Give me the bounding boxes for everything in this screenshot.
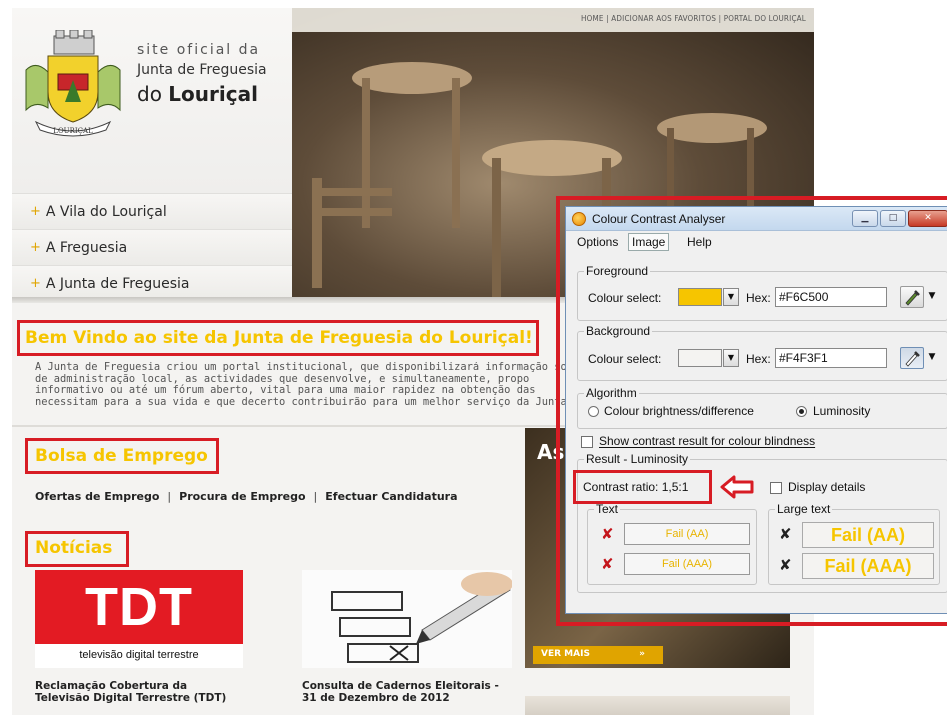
- colour-blindness-label[interactable]: Show contrast result for colour blindnes…: [599, 434, 815, 448]
- plus-icon: +: [30, 276, 41, 291]
- link-procura-emprego[interactable]: Procura de Emprego: [179, 490, 305, 503]
- background-legend: Background: [584, 324, 653, 338]
- news-title-cadernos[interactable]: Consulta de Cadernos Eleitorais - 31 de …: [302, 680, 512, 704]
- background-hex-label: Hex:: [746, 352, 771, 366]
- coat-of-arms-icon: LOURIÇAL: [25, 30, 121, 137]
- secondary-promo-banner[interactable]: [525, 696, 790, 715]
- background-hex-input[interactable]: [775, 348, 887, 368]
- highlight-box-noticias: [25, 531, 129, 567]
- fail-x-icon: ✘: [601, 525, 614, 543]
- fail-x-icon: ✘: [601, 555, 614, 573]
- colour-contrast-analyser-window: Colour Contrast Analyser ▁ □ ✕ Options I…: [565, 206, 947, 614]
- nav-item-junta[interactable]: + A Junta de Freguesia: [12, 265, 292, 301]
- job-links: Ofertas de Emprego | Procura de Emprego | Ef…: [35, 490, 458, 503]
- highlight-box-contrast-ratio: [573, 470, 712, 504]
- display-details-checkbox[interactable]: [770, 482, 782, 494]
- foreground-hex-input[interactable]: [775, 287, 887, 307]
- highlight-box-welcome: [17, 320, 539, 356]
- chevron-down-icon[interactable]: ▼: [925, 347, 939, 369]
- nav-item-freguesia[interactable]: + A Freguesia: [12, 229, 292, 265]
- foreground-legend: Foreground: [584, 264, 651, 278]
- background-colour-swatch[interactable]: [678, 349, 722, 367]
- ver-mais-button[interactable]: VER MAIS »: [533, 646, 663, 664]
- news-title-tdt[interactable]: Reclamação Cobertura da Televisão Digita…: [35, 680, 235, 704]
- ballot-checkbox-illustration: [331, 572, 512, 663]
- display-details-label[interactable]: Display details: [788, 480, 865, 494]
- menu-help[interactable]: Help: [687, 235, 712, 249]
- text-result-aa: Fail (AA): [624, 523, 750, 545]
- large-text-result-aa: Fail (AA): [802, 522, 934, 548]
- radio-luminosity-label[interactable]: Luminosity: [813, 404, 870, 418]
- link-efectuar-candidatura[interactable]: Efectuar Candidatura: [325, 490, 457, 503]
- foreground-colour-swatch[interactable]: [678, 288, 722, 306]
- crest-banner-text: LOURIÇAL: [53, 127, 93, 135]
- ver-mais-label: VER MAIS: [541, 649, 590, 659]
- text-results-legend: Text: [594, 502, 621, 516]
- eyedropper-icon: [905, 290, 920, 306]
- site-name-prefix: do: [137, 82, 169, 106]
- tdt-logo-text: TDT: [85, 577, 193, 637]
- large-text-result-aaa: Fail (AAA): [802, 553, 934, 579]
- window-title: Colour Contrast Analyser: [592, 212, 726, 226]
- site-tagline: site oficial da: [137, 42, 261, 58]
- close-button[interactable]: ✕: [908, 210, 947, 227]
- background-colour-select-label: Colour select:: [588, 352, 662, 366]
- fail-x-icon: ✘: [779, 525, 792, 543]
- left-arrow-icon: [720, 475, 754, 499]
- radio-colour-brightness[interactable]: [588, 406, 599, 417]
- chevron-down-icon[interactable]: ▼: [723, 349, 739, 367]
- highlight-box-bolsa: [25, 438, 219, 474]
- foreground-colour-select-label: Colour select:: [588, 291, 662, 305]
- foreground-hex-label: Hex:: [746, 291, 771, 305]
- text-result-aaa: Fail (AAA): [624, 553, 750, 575]
- result-legend: Result - Luminosity: [584, 452, 691, 466]
- window-titlebar[interactable]: Colour Contrast Analyser ▁ □ ✕: [566, 207, 947, 231]
- tdt-logo-banner: TDT: [35, 570, 243, 644]
- fail-x-icon: ✘: [779, 556, 792, 574]
- double-arrow-icon: »: [639, 649, 645, 659]
- chevron-down-icon[interactable]: ▼: [925, 286, 939, 308]
- top-links[interactable]: HOME | ADICIONAR AOS FAVORITOS | PORTAL …: [581, 14, 806, 23]
- menu-options[interactable]: Options: [577, 235, 618, 249]
- large-text-results-legend: Large text: [775, 502, 833, 516]
- radio-luminosity[interactable]: [796, 406, 807, 417]
- nav-item-label: A Freguesia: [45, 239, 128, 256]
- site-name-emphasis: do Louriçal: [137, 82, 258, 106]
- plus-icon: +: [30, 240, 41, 255]
- colour-blindness-checkbox[interactable]: [581, 436, 593, 448]
- news-image-ballot[interactable]: [302, 570, 512, 668]
- site-header-logo-area: LOURIÇAL site oficial da Junta de Fregue…: [12, 8, 292, 193]
- background-eyedropper-button[interactable]: [900, 347, 924, 369]
- chevron-down-icon[interactable]: ▼: [723, 288, 739, 306]
- link-separator: |: [167, 490, 172, 503]
- nav-item-label: A Vila do Louriçal: [45, 203, 167, 220]
- intro-text: A Junta de Freguesia criou um portal ins…: [35, 362, 565, 408]
- link-ofertas-emprego[interactable]: Ofertas de Emprego: [35, 490, 159, 503]
- nav-item-vila[interactable]: + A Vila do Louriçal: [12, 193, 292, 229]
- menu-bar: Options Image Help: [566, 232, 947, 252]
- news-image-tdt[interactable]: TDT televisão digital terrestre: [35, 570, 243, 668]
- site-name-place: Louriçal: [168, 82, 258, 106]
- site-name: Junta de Freguesia: [137, 62, 267, 78]
- radio-colour-brightness-label[interactable]: Colour brightness/difference: [604, 404, 754, 418]
- eyedropper-icon: [905, 351, 920, 367]
- plus-icon: +: [30, 204, 41, 219]
- app-icon: [572, 212, 586, 226]
- intro-line: necessitam para a sua vida e que decerto…: [35, 395, 565, 408]
- algorithm-legend: Algorithm: [584, 386, 639, 400]
- minimize-button[interactable]: ▁: [852, 210, 878, 227]
- maximize-button[interactable]: □: [880, 210, 906, 227]
- tdt-caption: televisão digital terrestre: [79, 649, 199, 661]
- foreground-eyedropper-button[interactable]: [900, 286, 924, 308]
- intro-line: informativo ou até um fórum aberto, vita…: [35, 384, 536, 396]
- menu-image[interactable]: Image: [628, 233, 670, 251]
- nav-item-label: A Junta de Freguesia: [45, 275, 190, 292]
- intro-line: A Junta de Freguesia criou um portal ins…: [35, 362, 565, 373]
- site-nav: + A Vila do Louriçal + A Freguesia + A Junt…: [12, 193, 292, 301]
- link-separator: |: [313, 490, 318, 503]
